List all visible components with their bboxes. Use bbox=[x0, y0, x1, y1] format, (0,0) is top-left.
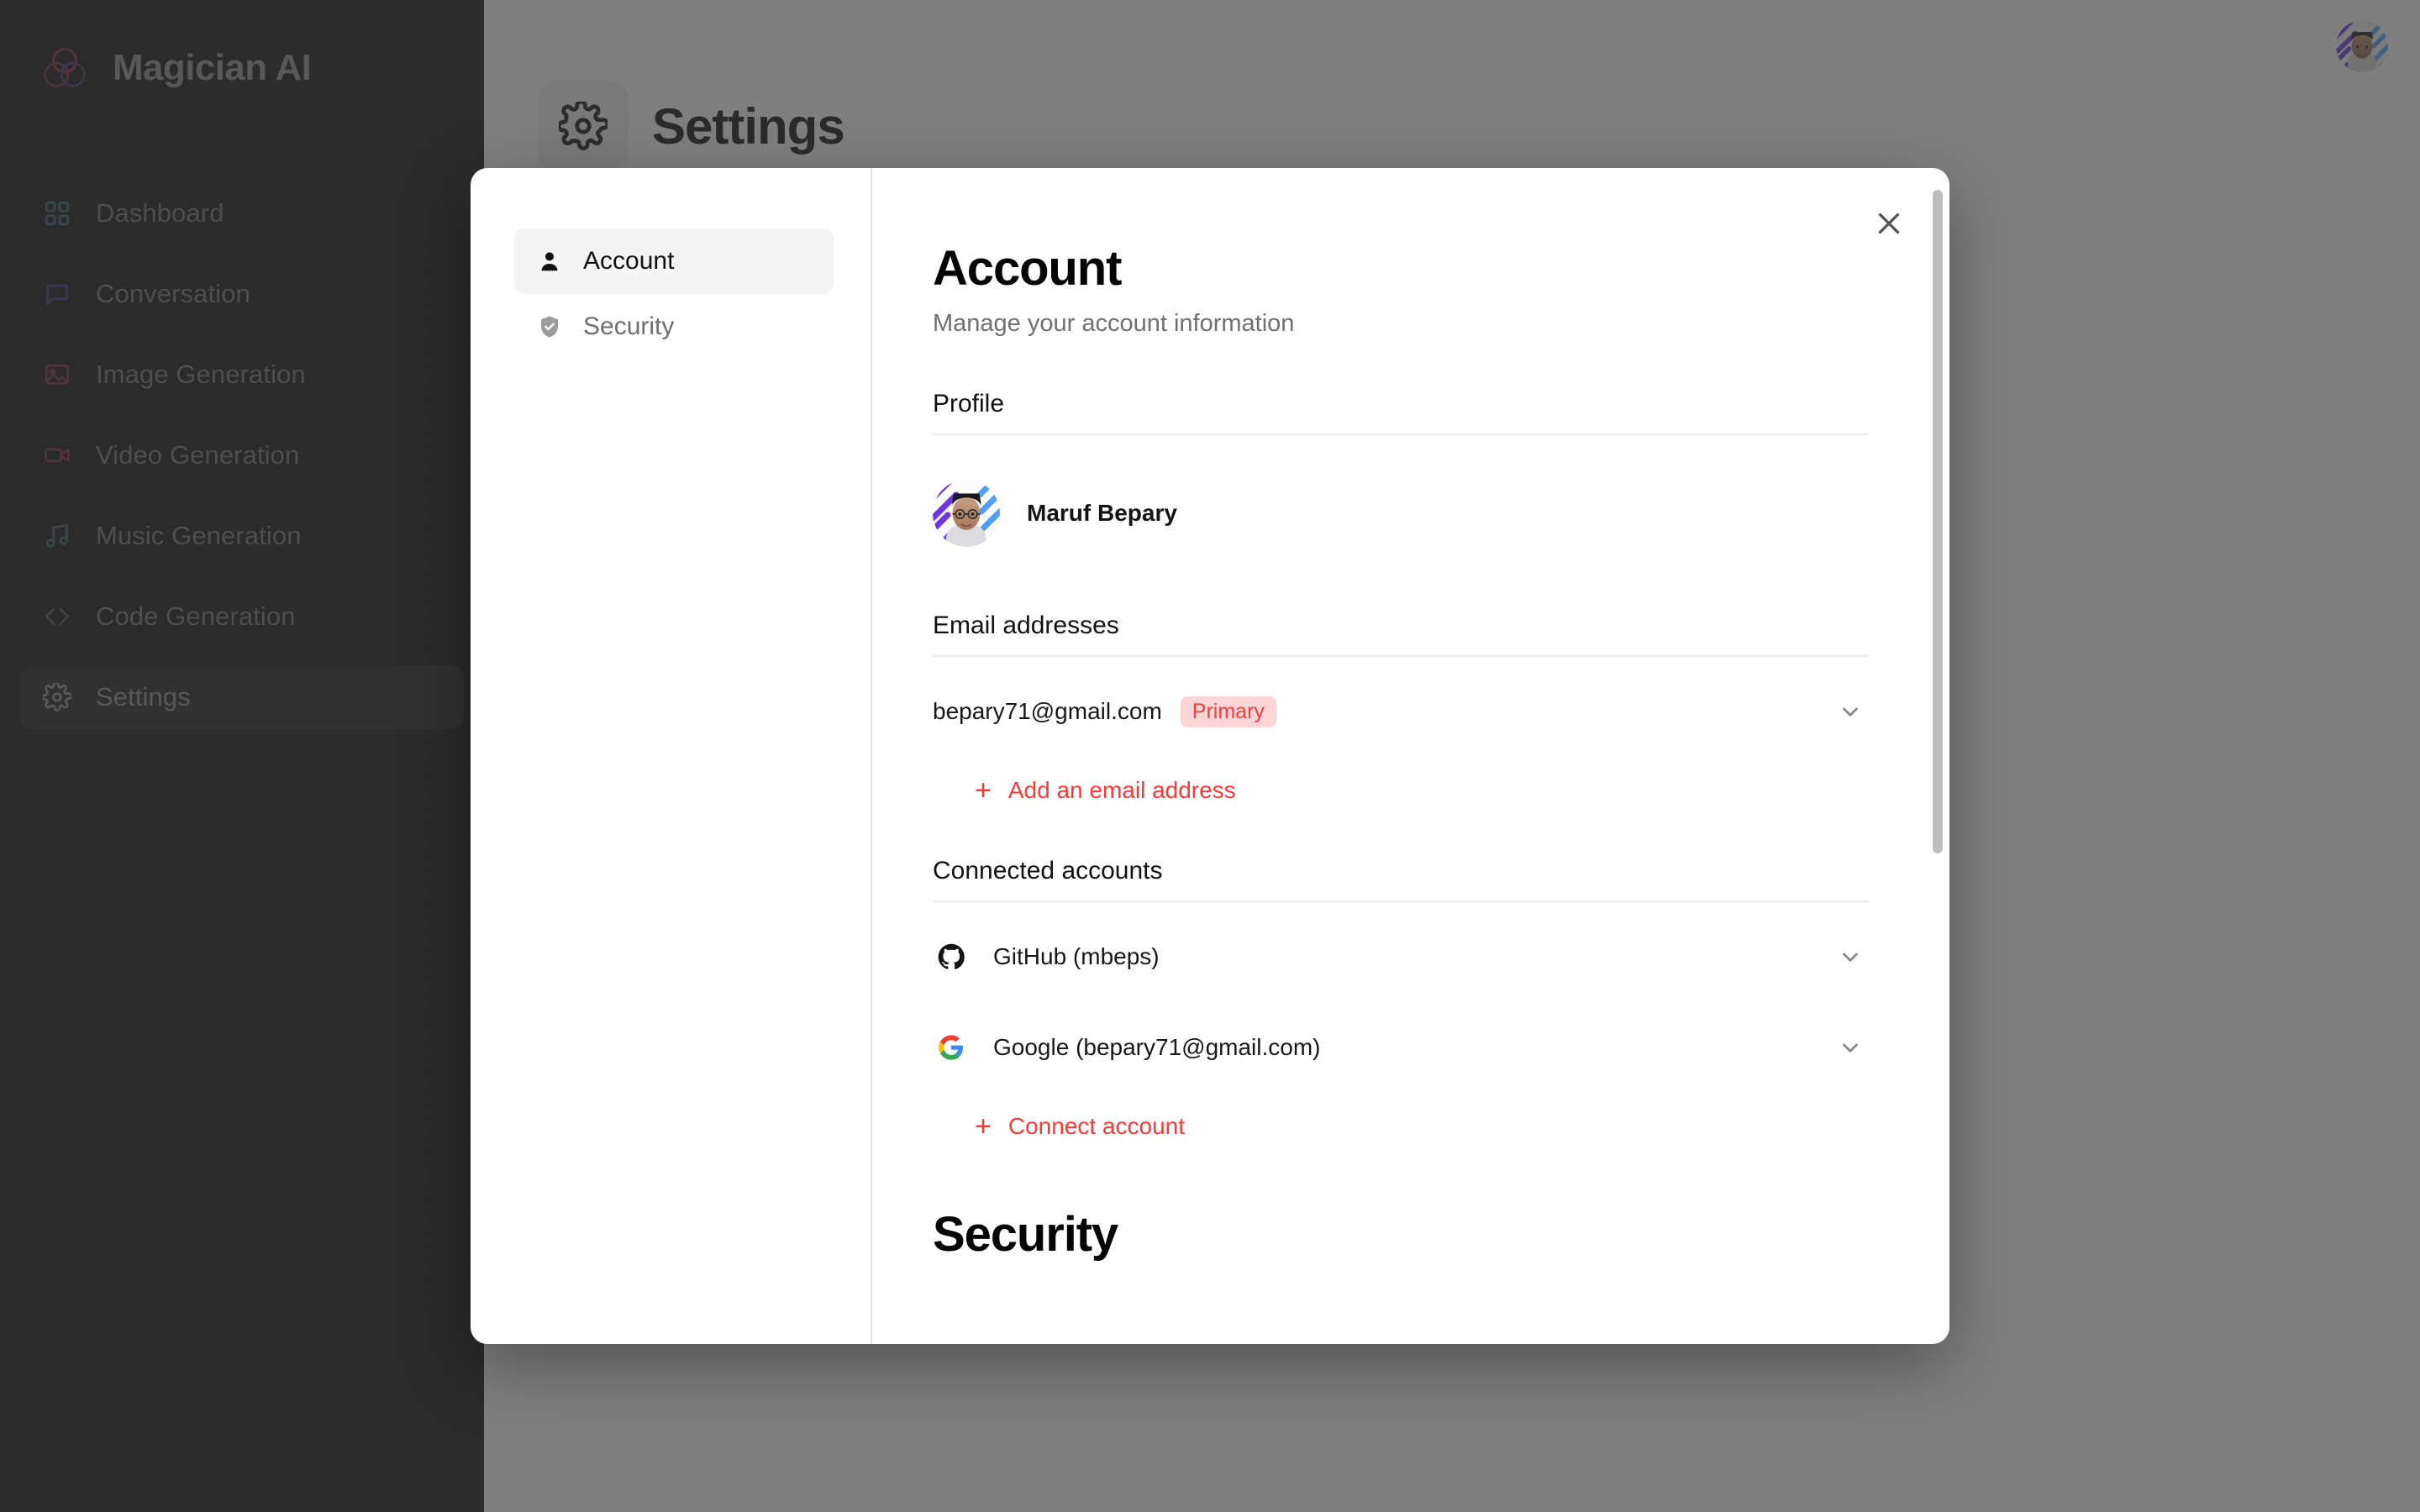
plus-icon: + bbox=[975, 774, 992, 806]
status-badge: Primary bbox=[1180, 696, 1276, 727]
connected-account-row-github[interactable]: GitHub (mbeps) bbox=[933, 921, 1869, 993]
google-icon bbox=[933, 1034, 970, 1061]
section-divider bbox=[933, 655, 1869, 657]
profile-section-title: Profile bbox=[933, 390, 1005, 417]
modal-scrollbar-track[interactable] bbox=[1933, 168, 1943, 1344]
person-icon bbox=[534, 246, 565, 276]
modal-tab-account[interactable]: Account bbox=[514, 228, 834, 294]
emails-section-title: Email addresses bbox=[933, 612, 1119, 639]
connected-section-title: Connected accounts bbox=[933, 857, 1163, 885]
modal-nav: Account Security bbox=[471, 168, 872, 1344]
account-subheading: Manage your account information bbox=[933, 310, 1295, 337]
connected-account-label: Google (bepary71@gmail.com) bbox=[993, 1034, 1321, 1060]
github-icon bbox=[933, 943, 970, 970]
connect-account-button[interactable]: + Connect account bbox=[975, 1112, 1185, 1141]
section-divider bbox=[933, 433, 1869, 435]
shield-check-icon bbox=[534, 312, 565, 342]
chevron-down-icon[interactable] bbox=[1832, 944, 1869, 969]
close-icon[interactable] bbox=[1865, 200, 1912, 247]
add-email-button[interactable]: + Add an email address bbox=[975, 776, 1236, 805]
security-heading: Security bbox=[933, 1207, 1118, 1262]
connect-account-label: Connect account bbox=[1007, 1113, 1185, 1139]
profile-row[interactable]: Maruf Bepary bbox=[933, 467, 1869, 559]
email-address: bepary71@gmail.com bbox=[933, 698, 1162, 724]
modal-tab-label: Security bbox=[583, 312, 675, 340]
account-heading: Account bbox=[933, 241, 1122, 296]
modal-tab-security[interactable]: Security bbox=[514, 294, 834, 360]
modal-tab-label: Account bbox=[583, 247, 675, 275]
modal-scrollbar-thumb[interactable] bbox=[1933, 190, 1943, 853]
chevron-down-icon[interactable] bbox=[1832, 1035, 1869, 1060]
profile-name: Maruf Bepary bbox=[1027, 500, 1177, 526]
plus-icon: + bbox=[975, 1110, 992, 1142]
connected-account-label: GitHub (mbeps) bbox=[993, 943, 1160, 969]
connected-account-row-google[interactable]: Google (bepary71@gmail.com) bbox=[933, 1011, 1869, 1084]
modal-body: Account Manage your account information … bbox=[872, 168, 1949, 1344]
avatar bbox=[933, 480, 1000, 547]
add-email-label: Add an email address bbox=[1007, 777, 1236, 803]
section-divider bbox=[933, 900, 1869, 902]
chevron-down-icon[interactable] bbox=[1832, 699, 1869, 724]
email-row[interactable]: bepary71@gmail.com Primary bbox=[933, 675, 1869, 748]
settings-modal: Account Security Account Manage your acc… bbox=[471, 168, 1949, 1344]
